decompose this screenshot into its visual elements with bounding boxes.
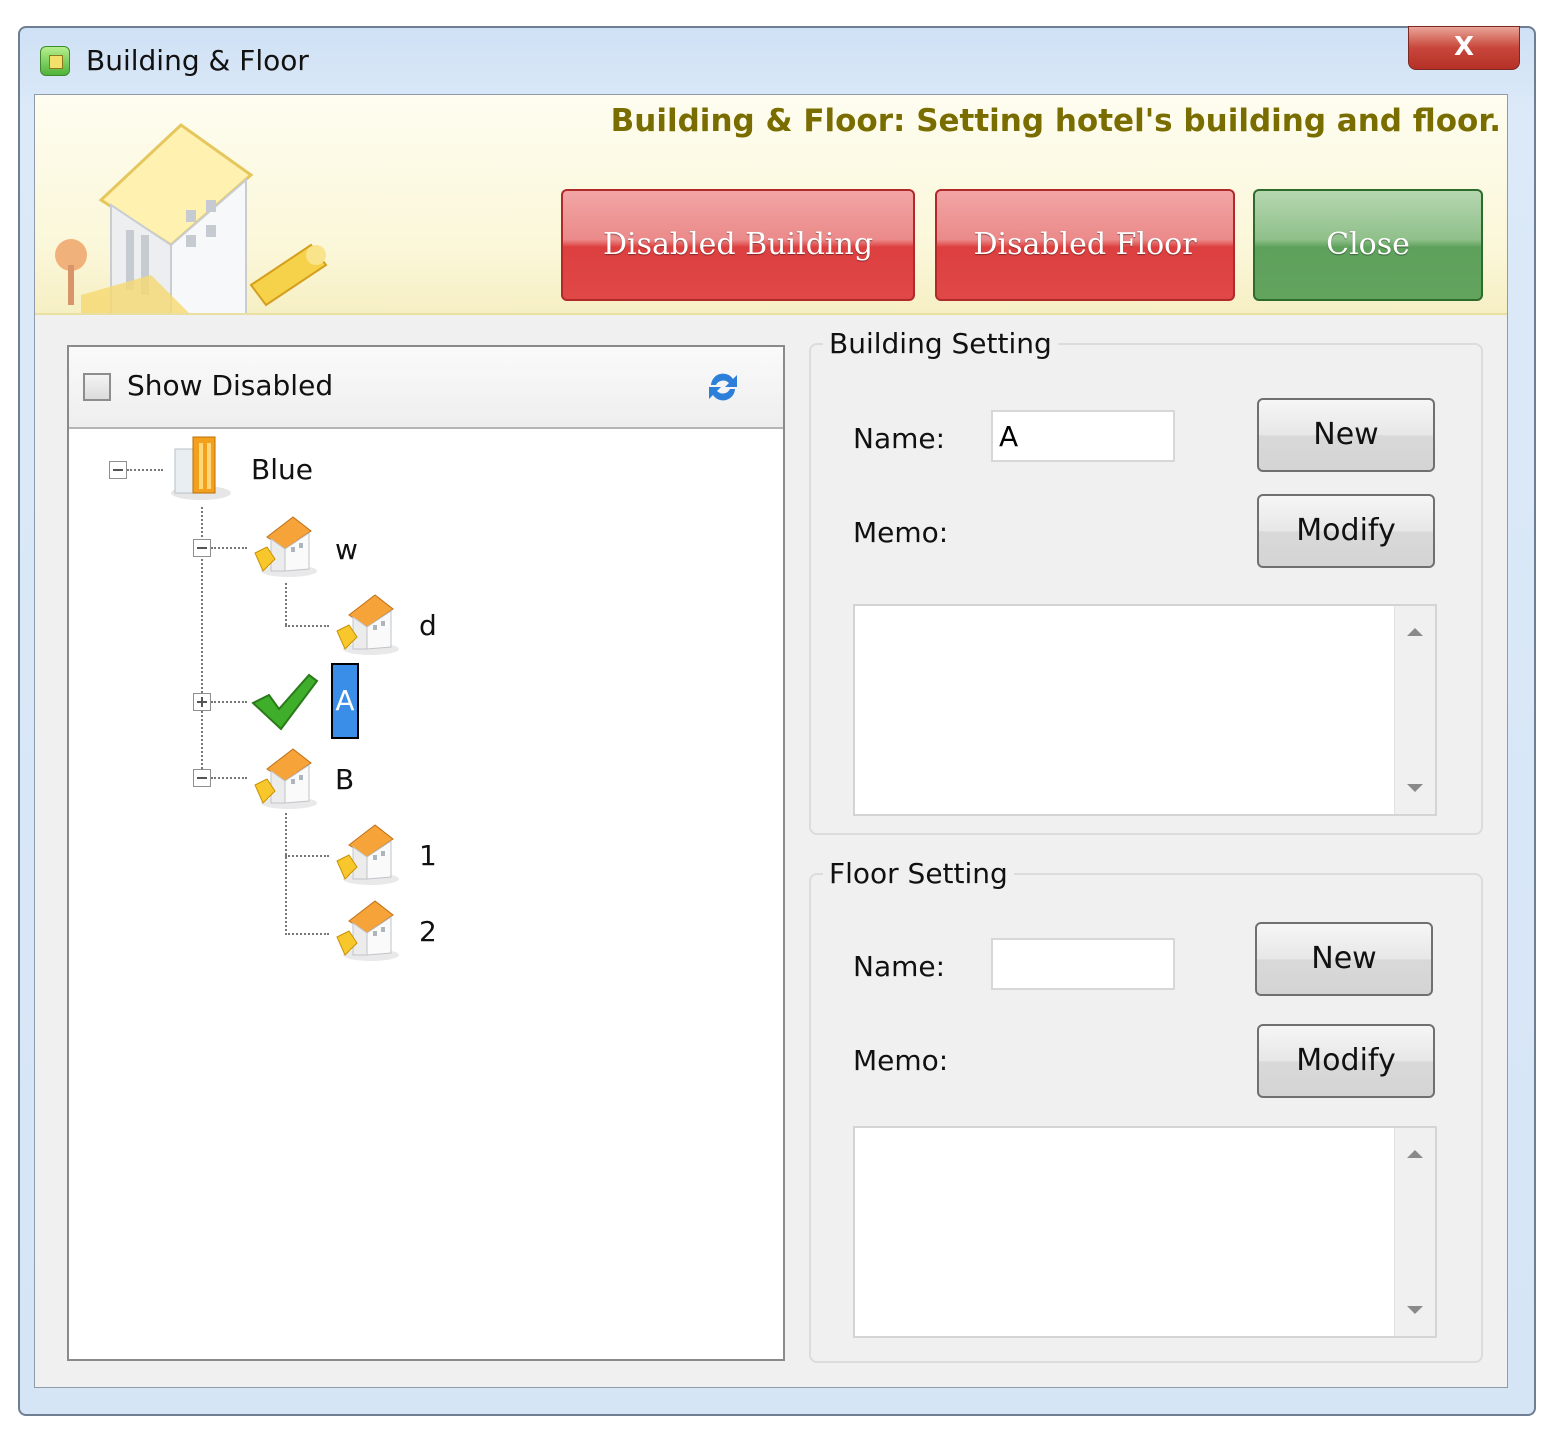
scroll-down-icon[interactable] xyxy=(1407,784,1423,792)
tree-connector xyxy=(211,547,247,549)
building-icon xyxy=(336,594,399,655)
disabled-building-button[interactable]: Disabled Building xyxy=(561,189,915,301)
tree-connector xyxy=(285,625,329,627)
scroll-up-icon[interactable] xyxy=(1407,628,1423,636)
checkmark-icon xyxy=(251,673,319,731)
building-icon xyxy=(336,900,399,961)
memo-scrollbar[interactable] xyxy=(1394,1128,1435,1336)
building-setting-group: Building Setting Name: New Memo: Modify xyxy=(809,327,1483,835)
app-icon xyxy=(40,46,70,76)
tree-connector xyxy=(285,813,287,935)
window-title: Building & Floor xyxy=(86,44,309,77)
client-area: Building & Floor: Setting hotel's buildi… xyxy=(34,94,1508,1388)
collapse-blue-toggle[interactable] xyxy=(109,461,127,479)
floor-setting-legend: Floor Setting xyxy=(829,857,1008,890)
expand-a-toggle[interactable] xyxy=(193,693,211,711)
tree-node-a[interactable]: A xyxy=(331,663,359,739)
disabled-floor-button[interactable]: Disabled Floor xyxy=(935,189,1235,301)
refresh-icon[interactable] xyxy=(703,367,743,407)
window-close-button[interactable]: X xyxy=(1408,26,1520,70)
building-memo-label: Memo: xyxy=(853,516,949,549)
tree-node-d[interactable]: d xyxy=(419,609,437,642)
close-button[interactable]: Close xyxy=(1253,189,1483,301)
building-floor-window: Building & Floor X Building & Floor: Set… xyxy=(18,26,1536,1416)
tree-toolbar: Show Disabled xyxy=(69,347,783,429)
tree-connector xyxy=(127,469,163,471)
floor-memo-label: Memo: xyxy=(853,1044,949,1077)
tree-connector xyxy=(285,583,287,625)
building-modify-button[interactable]: Modify xyxy=(1257,494,1435,568)
tree-connector xyxy=(285,855,329,857)
building-name-label: Name: xyxy=(853,422,946,455)
house-illustration-icon xyxy=(55,123,328,313)
header-banner: Building & Floor: Setting hotel's buildi… xyxy=(35,95,1507,315)
collapse-b-toggle[interactable] xyxy=(193,769,211,787)
tree-node-b[interactable]: B xyxy=(335,763,354,796)
scroll-down-icon[interactable] xyxy=(1407,1306,1423,1314)
scroll-up-icon[interactable] xyxy=(1407,1150,1423,1158)
building-tree-panel: Show Disabled Blue w d A B 1 2 xyxy=(67,345,785,1361)
title-bar[interactable]: Building & Floor X xyxy=(20,26,1534,94)
memo-scrollbar[interactable] xyxy=(1394,606,1435,814)
show-disabled-checkbox[interactable] xyxy=(83,373,111,401)
building-icon xyxy=(336,824,399,885)
floor-new-button[interactable]: New xyxy=(1255,922,1433,996)
floor-memo-textarea[interactable] xyxy=(853,1126,1437,1338)
floor-name-input[interactable] xyxy=(991,938,1175,990)
floor-modify-button[interactable]: Modify xyxy=(1257,1024,1435,1098)
tree-connector xyxy=(285,933,329,935)
show-disabled-label[interactable]: Show Disabled xyxy=(127,369,333,402)
building-memo-textarea[interactable] xyxy=(853,604,1437,816)
floor-setting-group: Floor Setting Name: New Memo: Modify xyxy=(809,857,1483,1363)
building-name-input[interactable] xyxy=(991,410,1175,462)
floor-name-label: Name: xyxy=(853,950,946,983)
tree-node-1[interactable]: 1 xyxy=(419,839,437,872)
tree-node-blue[interactable]: Blue xyxy=(251,453,313,486)
building-tower-icon xyxy=(171,436,231,500)
building-icon xyxy=(254,516,317,577)
building-new-button[interactable]: New xyxy=(1257,398,1435,472)
tree-node-w[interactable]: w xyxy=(335,533,358,566)
tree-connector xyxy=(211,777,247,779)
tree-connector xyxy=(211,701,247,703)
collapse-w-toggle[interactable] xyxy=(193,539,211,557)
building-setting-legend: Building Setting xyxy=(829,327,1052,360)
building-icon xyxy=(254,748,317,809)
tree-node-2[interactable]: 2 xyxy=(419,915,437,948)
banner-description: Building & Floor: Setting hotel's buildi… xyxy=(610,103,1501,139)
